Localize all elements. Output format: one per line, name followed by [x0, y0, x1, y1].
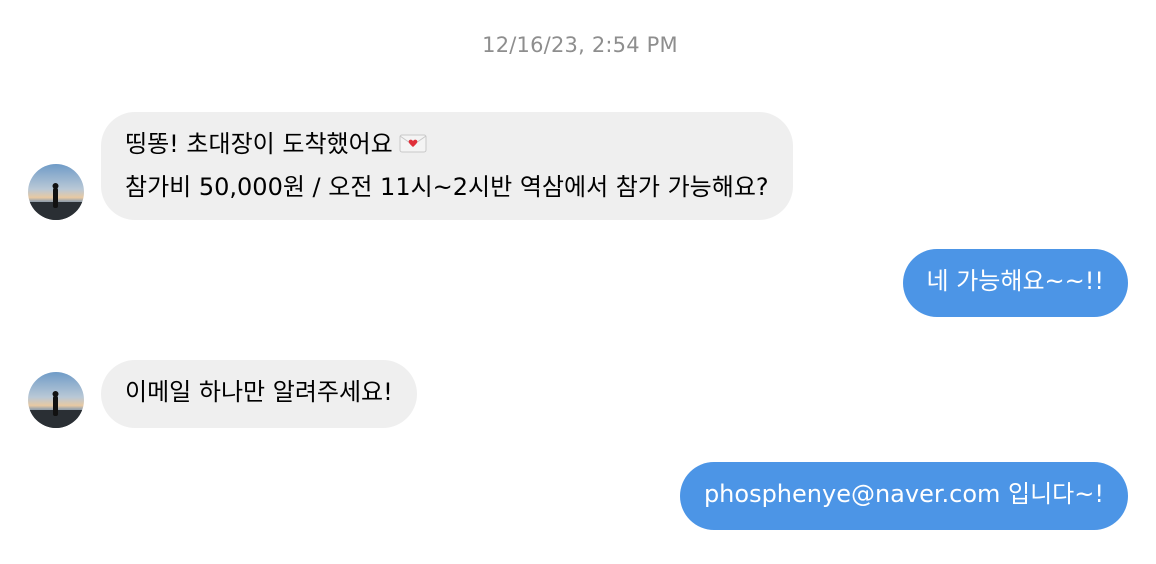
message-row-incoming: 이메일 하나만 알려주세요! [0, 360, 1156, 428]
message-text: 띵똥! 초대장이 도착했어요 [125, 130, 393, 158]
sunset-profile-icon [28, 372, 84, 428]
chat-thread: 12/16/23, 2:54 PM 띵똥! 초대장이 도착했어요 참가비 50,… [0, 0, 1156, 564]
message-timestamp: 12/16/23, 2:54 PM [482, 33, 678, 57]
message-text: 네 가능해요~~!! [926, 267, 1105, 295]
message-bubble[interactable]: 네 가능해요~~!! [902, 249, 1128, 317]
love-letter-icon [399, 126, 427, 167]
message-row-outgoing: phosphenye@naver.com 입니다~! [0, 462, 1156, 530]
message-row-incoming: 띵똥! 초대장이 도착했어요 참가비 50,000원 / 오전 11시~2시반 … [0, 112, 1156, 220]
message-bubble[interactable]: 이메일 하나만 알려주세요! [101, 360, 417, 428]
message-text: 이메일 하나만 알려주세요! [125, 378, 393, 406]
message-bubble[interactable]: phosphenye@naver.com 입니다~! [679, 462, 1128, 530]
message-bubble[interactable]: 띵똥! 초대장이 도착했어요 참가비 50,000원 / 오전 11시~2시반 … [101, 112, 793, 220]
message-text: 참가비 50,000원 / 오전 11시~2시반 역삼에서 참가 가능해요? [125, 173, 769, 201]
sunset-profile-icon [28, 164, 84, 220]
sender-avatar[interactable] [28, 372, 84, 428]
message-line: 띵똥! 초대장이 도착했어요 [125, 124, 769, 167]
sender-avatar[interactable] [28, 164, 84, 220]
message-row-outgoing: 네 가능해요~~!! [0, 249, 1156, 317]
message-text: phosphenye@naver.com 입니다~! [703, 480, 1104, 508]
